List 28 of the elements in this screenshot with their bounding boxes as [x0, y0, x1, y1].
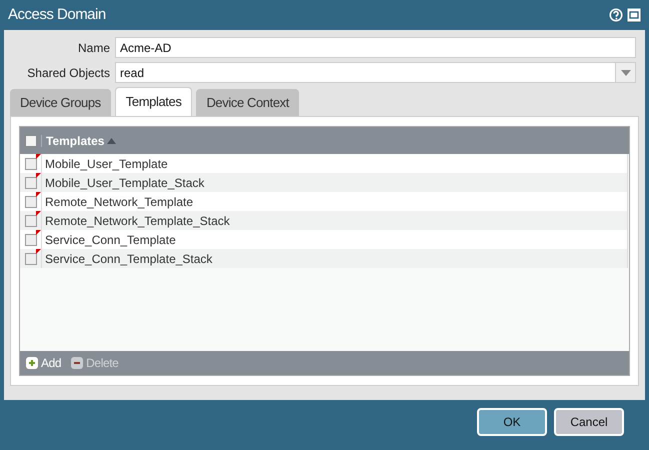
checkbox[interactable]	[24, 176, 36, 188]
table-cell-text: Remote_Network_Template_Stack	[44, 212, 230, 230]
tab[interactable]: Device Context	[196, 89, 299, 116]
window-title: Access Domain	[8, 4, 106, 25]
checkbox[interactable]	[24, 214, 36, 226]
checkbox[interactable]	[24, 252, 36, 264]
table-cell-text: Mobile_User_Template_Stack	[44, 174, 204, 192]
tab[interactable]: Templates	[114, 87, 192, 116]
help-icon[interactable]	[609, 8, 623, 22]
field-label: Name	[76, 40, 110, 56]
input-field[interactable]: Acme-AD	[115, 37, 636, 58]
checkbox[interactable]	[24, 134, 36, 146]
table-cell-text: Service_Conn_Template	[44, 232, 176, 248]
cancel-button[interactable]: Cancel	[554, 408, 624, 436]
field-label: Shared Objects	[26, 64, 110, 82]
tab[interactable]: Device Groups	[10, 89, 111, 116]
ok-button[interactable]: OK	[477, 408, 547, 436]
checkbox[interactable]	[24, 234, 36, 246]
minus-icon	[71, 357, 84, 369]
table-cell-text: Remote_Network_Template	[44, 194, 194, 210]
caret-icon	[620, 70, 630, 76]
maximize-icon[interactable]	[627, 8, 641, 22]
checkbox[interactable]	[24, 196, 36, 208]
dropdown[interactable]: read	[115, 62, 636, 83]
plus-icon	[26, 357, 38, 369]
checkbox[interactable]	[24, 158, 36, 170]
table-cell-text: Mobile_User_Template	[44, 156, 168, 172]
table-cell-text: Service_Conn_Template_Stack	[44, 250, 212, 268]
